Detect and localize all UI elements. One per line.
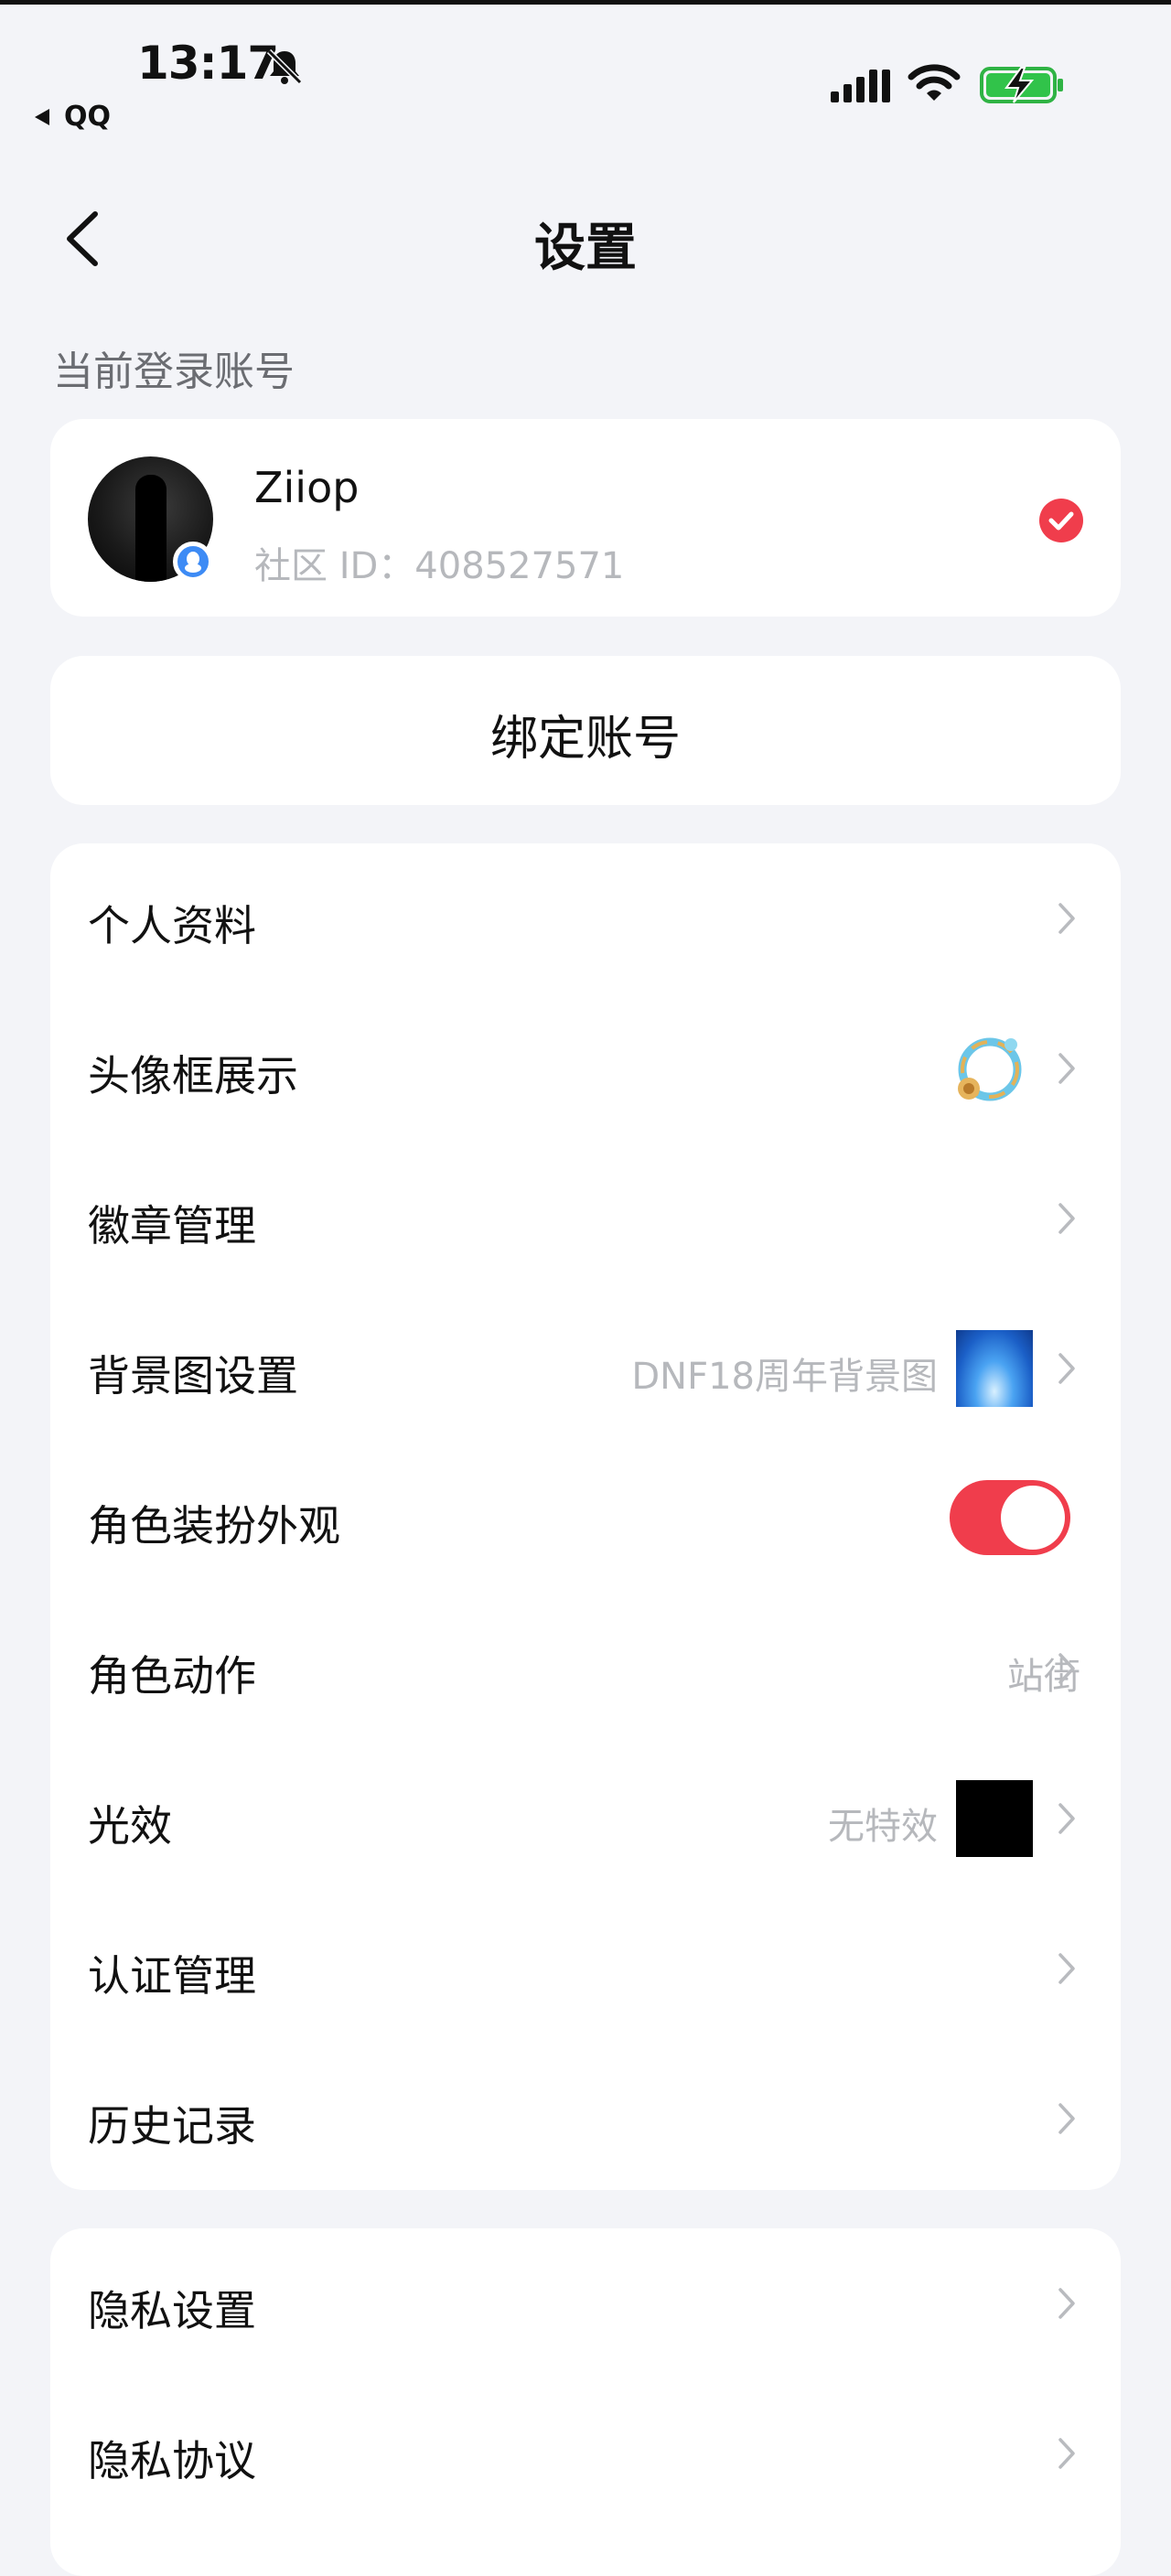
menu-item-verification[interactable]: 认证管理 <box>50 1894 1121 2044</box>
background-thumbnail <box>956 1330 1033 1407</box>
menu-item-light-effect[interactable]: 光效 无特效 <box>50 1744 1121 1894</box>
menu-item-character-action[interactable]: 角色动作 站街 <box>50 1594 1121 1744</box>
chevron-right-icon <box>1058 1053 1075 1084</box>
back-to-app-icon[interactable] <box>33 107 51 127</box>
menu-item-label: 个人资料 <box>88 901 256 950</box>
light-effect-value: 无特效 <box>828 1806 938 1848</box>
chevron-right-icon <box>1058 1953 1075 1984</box>
bind-account-button[interactable]: 绑定账号 <box>50 656 1121 805</box>
chevron-right-icon <box>1058 2103 1075 2134</box>
chevron-right-icon <box>1058 2288 1075 2319</box>
character-action-value: 站街 <box>1007 1656 1080 1698</box>
menu-item-history[interactable]: 历史记录 <box>50 2044 1121 2194</box>
menu-item-label: 隐私协议 <box>88 2436 256 2485</box>
background-value: DNF18周年背景图 <box>631 1356 938 1398</box>
menu-item-label: 头像框展示 <box>88 1051 298 1100</box>
selected-check-icon <box>1039 499 1083 542</box>
menu-item-privacy-settings[interactable]: 隐私设置 <box>50 2228 1121 2378</box>
settings-menu-card: 个人资料 头像框展示 徽章管理 背景图设置 DNF18周年背景图 角色装扮外观 … <box>50 843 1121 2190</box>
menu-item-label: 徽章管理 <box>88 1201 256 1250</box>
menu-item-background[interactable]: 背景图设置 DNF18周年背景图 <box>50 1293 1121 1444</box>
signal-icon <box>831 70 890 102</box>
account-card[interactable]: Ziiop 社区 ID：408527571 <box>50 419 1121 617</box>
account-name: Ziiop <box>254 463 360 512</box>
menu-item-label: 光效 <box>88 1801 172 1851</box>
screen-top-edge <box>0 0 1171 5</box>
qq-badge-icon <box>173 542 213 582</box>
menu-item-label: 隐私设置 <box>88 2286 256 2335</box>
menu-item-label: 背景图设置 <box>88 1351 298 1401</box>
chevron-right-icon <box>1058 1653 1075 1684</box>
character-appearance-toggle[interactable] <box>950 1480 1070 1555</box>
menu-item-avatar-frame[interactable]: 头像框展示 <box>50 993 1121 1143</box>
community-id: 社区 ID：408527571 <box>254 545 625 587</box>
menu-item-profile[interactable]: 个人资料 <box>50 843 1121 993</box>
menu-item-label: 认证管理 <box>88 1951 256 2001</box>
menu-item-character-appearance: 角色装扮外观 <box>50 1444 1121 1594</box>
bind-account-label: 绑定账号 <box>489 712 681 767</box>
avatar-frame-thumbnail <box>958 1037 1022 1101</box>
menu-item-badge-management[interactable]: 徽章管理 <box>50 1143 1121 1293</box>
menu-item-label: 角色动作 <box>88 1651 256 1701</box>
chevron-right-icon <box>1058 2438 1075 2469</box>
battery-charging-icon <box>980 67 1063 103</box>
chevron-right-icon <box>1058 1203 1075 1234</box>
bell-slash-icon <box>266 48 303 85</box>
status-time: 13:17 <box>137 37 279 90</box>
wifi-icon <box>908 64 961 101</box>
page-title: 设置 <box>534 219 637 278</box>
back-to-app-label[interactable]: QQ <box>64 101 111 133</box>
current-account-section-label: 当前登录账号 <box>53 349 295 395</box>
menu-item-privacy-agreement[interactable]: 隐私协议 <box>50 2378 1121 2528</box>
toggle-knob <box>1001 1486 1065 1550</box>
chevron-right-icon <box>1058 1803 1075 1834</box>
chevron-right-icon <box>1058 1353 1075 1384</box>
chevron-right-icon <box>1058 903 1075 934</box>
menu-item-label: 角色装扮外观 <box>88 1501 340 1551</box>
light-effect-thumbnail <box>956 1780 1033 1857</box>
privacy-menu-card: 隐私设置 隐私协议 <box>50 2228 1121 2576</box>
menu-item-label: 历史记录 <box>88 2101 256 2151</box>
avatar-figure <box>135 475 167 582</box>
